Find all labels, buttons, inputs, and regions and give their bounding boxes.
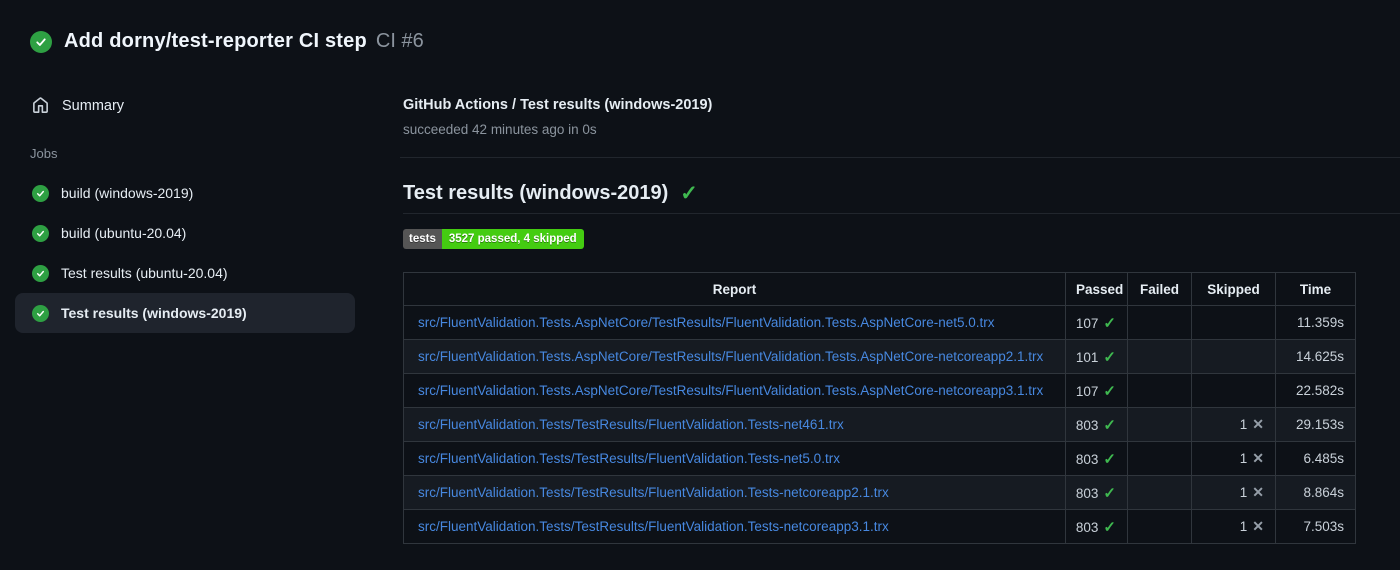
badge-value: 3527 passed, 4 skipped bbox=[441, 229, 584, 249]
check-icon: ✓ bbox=[1103, 484, 1116, 502]
skipped-cell: ✕ bbox=[1191, 339, 1276, 374]
skipped-cell: 1 ✕ bbox=[1191, 441, 1276, 476]
check-icon: ✓ bbox=[1103, 382, 1116, 400]
divider bbox=[403, 213, 1400, 214]
table-body: src/FluentValidation.Tests.AspNetCore/Te… bbox=[403, 305, 1356, 544]
report-link[interactable]: src/FluentValidation.Tests/TestResults/F… bbox=[418, 519, 889, 534]
failed-cell bbox=[1127, 441, 1192, 476]
passed-cell: 107 ✓ bbox=[1065, 305, 1128, 340]
results-table: Report Passed Failed Skipped Time src/Fl… bbox=[403, 272, 1356, 544]
passed-cell: 107 ✓ bbox=[1065, 373, 1128, 408]
success-check-circle-icon bbox=[32, 264, 49, 282]
success-check-icon: ✓ bbox=[680, 182, 698, 205]
table-row: src/FluentValidation.Tests/TestResults/F… bbox=[403, 441, 1356, 476]
jobs-list: build (windows-2019) build (ubuntu-20.04… bbox=[15, 173, 355, 333]
check-icon: ✓ bbox=[1103, 348, 1116, 366]
failed-cell bbox=[1127, 509, 1192, 544]
sidebar-job-item[interactable]: build (ubuntu-20.04) bbox=[15, 213, 355, 253]
check-icon: ✓ bbox=[1103, 450, 1116, 468]
table-header-row: Report Passed Failed Skipped Time bbox=[403, 272, 1356, 306]
report-link[interactable]: src/FluentValidation.Tests/TestResults/F… bbox=[418, 417, 844, 432]
check-icon: ✓ bbox=[1103, 314, 1116, 332]
sidebar-job-item[interactable]: Test results (ubuntu-20.04) bbox=[15, 253, 355, 293]
skipped-cell: ✕ bbox=[1191, 373, 1276, 408]
table-row: src/FluentValidation.Tests.AspNetCore/Te… bbox=[403, 305, 1356, 340]
passed-cell: 101 ✓ bbox=[1065, 339, 1128, 374]
success-check-circle-icon bbox=[30, 30, 52, 53]
x-icon: ✕ bbox=[1252, 416, 1264, 432]
check-run-title: GitHub Actions / Test results (windows-2… bbox=[403, 97, 713, 113]
time-cell: 7.503s bbox=[1275, 509, 1356, 544]
sidebar-item-summary[interactable]: Summary bbox=[15, 93, 355, 118]
sidebar-job-item[interactable]: build (windows-2019) bbox=[15, 173, 355, 213]
report-link[interactable]: src/FluentValidation.Tests.AspNetCore/Te… bbox=[418, 349, 1043, 364]
sidebar-job-item[interactable]: Test results (windows-2019) bbox=[15, 293, 355, 333]
skipped-cell: ✕ bbox=[1191, 305, 1276, 340]
table-row: src/FluentValidation.Tests.AspNetCore/Te… bbox=[403, 373, 1356, 408]
time-cell: 22.582s bbox=[1275, 373, 1356, 408]
success-check-circle-icon bbox=[32, 224, 49, 242]
time-cell: 11.359s bbox=[1275, 305, 1356, 340]
section-title: Test results (windows-2019) bbox=[403, 182, 669, 204]
check-icon: ✓ bbox=[1103, 518, 1116, 536]
job-label: Test results (ubuntu-20.04) bbox=[61, 265, 228, 281]
failed-cell bbox=[1127, 373, 1192, 408]
job-label: Test results (windows-2019) bbox=[61, 305, 247, 321]
x-icon: ✕ bbox=[1252, 450, 1264, 466]
failed-cell bbox=[1127, 339, 1192, 374]
tests-badge: tests 3527 passed, 4 skipped bbox=[403, 229, 584, 249]
table-row: src/FluentValidation.Tests.AspNetCore/Te… bbox=[403, 339, 1356, 374]
job-label: build (ubuntu-20.04) bbox=[61, 225, 187, 241]
column-header-time: Time bbox=[1275, 272, 1356, 306]
x-icon: ✕ bbox=[1252, 484, 1264, 500]
skipped-cell: 1 ✕ bbox=[1191, 407, 1276, 442]
run-title: Add dorny/test-reporter CI step bbox=[64, 30, 367, 52]
failed-cell bbox=[1127, 407, 1192, 442]
table-row: src/FluentValidation.Tests/TestResults/F… bbox=[403, 407, 1356, 442]
success-check-circle-icon bbox=[32, 184, 49, 202]
sidebar-summary-label: Summary bbox=[62, 97, 125, 114]
passed-cell: 803 ✓ bbox=[1065, 441, 1128, 476]
report-link[interactable]: src/FluentValidation.Tests.AspNetCore/Te… bbox=[418, 315, 995, 330]
report-link[interactable]: src/FluentValidation.Tests/TestResults/F… bbox=[418, 451, 840, 466]
skipped-cell: 1 ✕ bbox=[1191, 509, 1276, 544]
report-link[interactable]: src/FluentValidation.Tests/TestResults/F… bbox=[418, 485, 889, 500]
column-header-skipped: Skipped bbox=[1191, 272, 1276, 306]
check-icon: ✓ bbox=[1103, 416, 1116, 434]
column-header-failed: Failed bbox=[1127, 272, 1192, 306]
report-link[interactable]: src/FluentValidation.Tests.AspNetCore/Te… bbox=[418, 383, 1043, 398]
run-header: Add dorny/test-reporter CI step CI #6 bbox=[30, 30, 424, 53]
x-icon: ✕ bbox=[1252, 518, 1264, 534]
failed-cell bbox=[1127, 475, 1192, 510]
table-row: src/FluentValidation.Tests/TestResults/F… bbox=[403, 509, 1356, 544]
column-header-passed: Passed bbox=[1065, 272, 1128, 306]
failed-cell bbox=[1127, 305, 1192, 340]
section-heading: Test results (windows-2019) ✓ bbox=[403, 182, 698, 205]
success-check-circle-icon bbox=[32, 304, 49, 322]
passed-cell: 803 ✓ bbox=[1065, 509, 1128, 544]
divider bbox=[400, 157, 1400, 158]
jobs-section-label: Jobs bbox=[30, 146, 58, 161]
workflow-run-page: Add dorny/test-reporter CI step CI #6 Su… bbox=[0, 0, 1400, 570]
time-cell: 6.485s bbox=[1275, 441, 1356, 476]
time-cell: 14.625s bbox=[1275, 339, 1356, 374]
run-number: CI #6 bbox=[375, 30, 424, 52]
time-cell: 29.153s bbox=[1275, 407, 1356, 442]
table-row: src/FluentValidation.Tests/TestResults/F… bbox=[403, 475, 1356, 510]
badge-label: tests bbox=[403, 229, 442, 249]
passed-cell: 803 ✓ bbox=[1065, 407, 1128, 442]
passed-cell: 803 ✓ bbox=[1065, 475, 1128, 510]
check-run-status: succeeded 42 minutes ago in 0s bbox=[403, 122, 597, 137]
skipped-cell: 1 ✕ bbox=[1191, 475, 1276, 510]
job-label: build (windows-2019) bbox=[61, 185, 194, 201]
column-header-report: Report bbox=[403, 272, 1066, 306]
home-icon bbox=[32, 97, 49, 114]
time-cell: 8.864s bbox=[1275, 475, 1356, 510]
